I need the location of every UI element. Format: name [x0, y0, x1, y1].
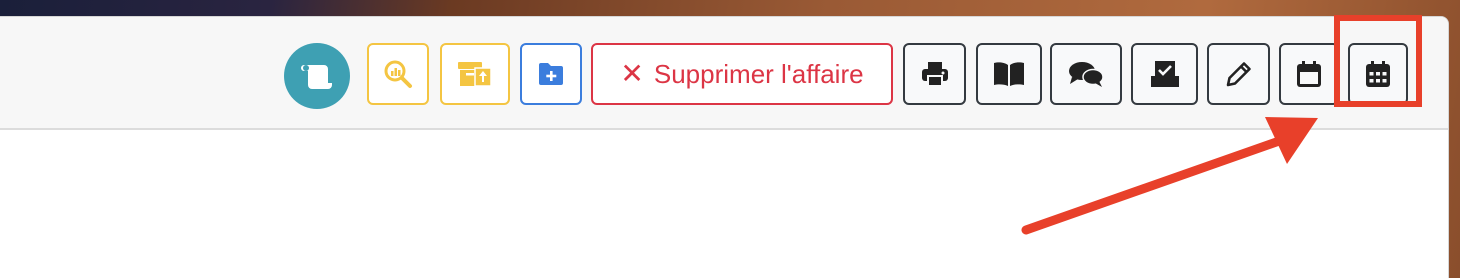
calendar-icon	[1297, 61, 1321, 87]
delete-case-button[interactable]: ✕ Supprimer l'affaire	[591, 43, 893, 105]
inbox-check-icon	[1150, 61, 1179, 87]
delete-case-label: Supprimer l'affaire	[653, 58, 864, 89]
app-window: ✕ Supprimer l'affaire	[0, 16, 1449, 278]
calendar-days-icon	[1366, 61, 1390, 87]
search-analytics-icon	[384, 60, 412, 88]
inbox-check-button[interactable]	[1131, 43, 1198, 105]
comments-button[interactable]	[1050, 43, 1122, 105]
folder-plus-icon	[539, 63, 563, 85]
comments-icon	[1069, 62, 1104, 87]
scroll-avatar-button[interactable]	[284, 43, 350, 109]
action-toolbar: ✕ Supprimer l'affaire	[0, 17, 1448, 130]
book-button[interactable]	[976, 43, 1042, 105]
add-folder-button[interactable]	[520, 43, 582, 105]
scroll-icon	[301, 65, 332, 89]
search-analytics-button[interactable]	[367, 43, 429, 105]
print-icon	[921, 62, 948, 87]
pencil-icon	[1226, 62, 1251, 87]
book-icon	[994, 62, 1024, 86]
calendar-days-button[interactable]	[1348, 43, 1408, 105]
close-icon: ✕	[620, 58, 644, 89]
edit-button[interactable]	[1207, 43, 1270, 105]
archive-upload-icon	[458, 62, 492, 87]
print-button[interactable]	[903, 43, 966, 105]
archive-upload-button[interactable]	[440, 43, 510, 105]
calendar-button[interactable]	[1279, 43, 1339, 105]
